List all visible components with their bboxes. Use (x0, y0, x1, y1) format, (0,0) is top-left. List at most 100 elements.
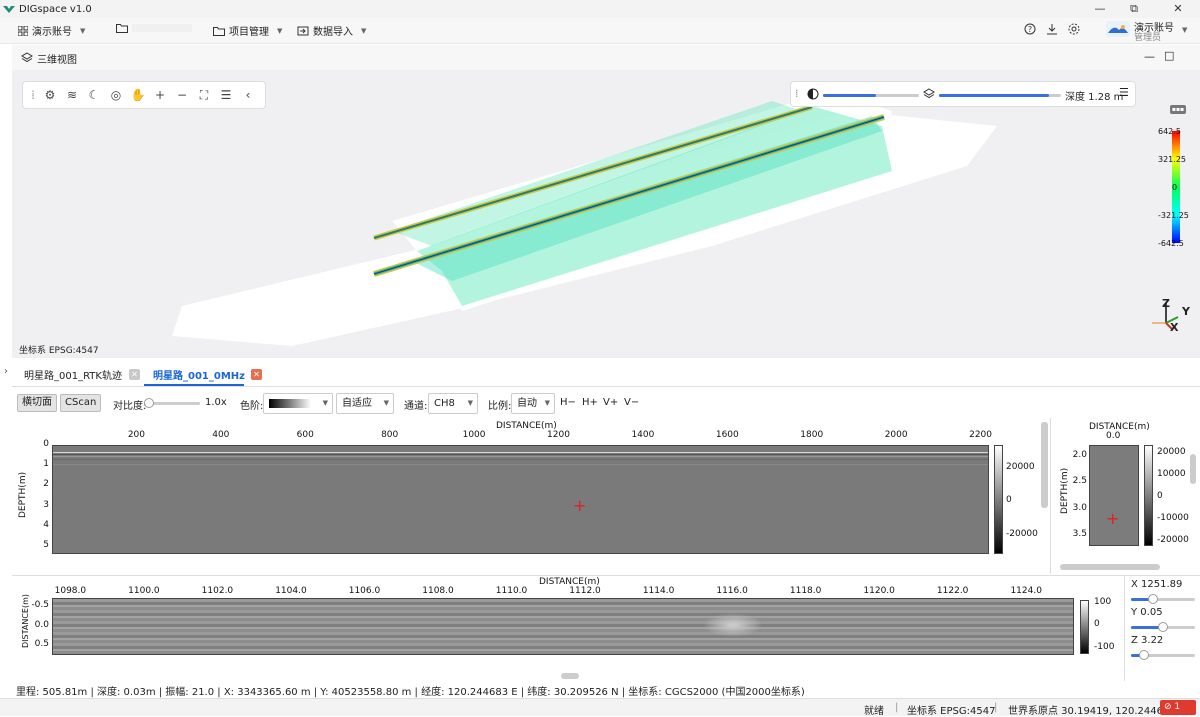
cross-section-button[interactable]: 横切面 (17, 394, 57, 412)
contrast-slider[interactable] (823, 94, 919, 97)
fullscreen-icon[interactable]: ⛶ (193, 88, 215, 103)
avatar[interactable] (1106, 21, 1130, 37)
account-menu[interactable]: 演示账号 ▼ (18, 23, 85, 38)
chevron-down-icon: ▼ (361, 26, 367, 35)
menu-bar: 演示账号 ▼ 项目管理 ▼ 数据导入 ▼ ? 演示账号 管理员 ▼ (0, 18, 1200, 44)
side-colorbar-tick: 0 (1157, 491, 1163, 501)
scale-select[interactable]: 自动 ▼ (511, 393, 555, 414)
side-colorbar-tick: 20000 (1157, 447, 1186, 457)
close-tab-icon[interactable]: ✕ (251, 369, 262, 380)
epsg-status: 坐标系 EPSG:4547 (907, 706, 996, 717)
cscan-x-tick: 1110.0 (495, 586, 528, 596)
scale-value: 自动 (517, 398, 537, 409)
cscan-x-tick: 1098.0 (54, 586, 87, 596)
data-import-menu[interactable]: 数据导入 ▼ (297, 23, 366, 38)
drag-handle-icon[interactable]: ⁞ (27, 88, 39, 102)
v-minus-button[interactable]: V− (624, 397, 639, 408)
zoom-out-icon[interactable]: − (171, 88, 193, 102)
h-plus-button[interactable]: H+ (582, 397, 598, 408)
bscan-x-tick: 1800 (800, 430, 824, 440)
3d-scene[interactable] (12, 71, 1200, 358)
user-role: 管理员 (1134, 33, 1162, 43)
pan-hand-icon[interactable]: ✋ (127, 88, 149, 102)
bscan-y-tick: 5 (43, 539, 49, 550)
filter-settings-icon[interactable]: ☰ (215, 88, 237, 102)
cscan-x-tick: 1120.0 (863, 586, 895, 596)
error-badge[interactable]: ⊘ 1 (1160, 700, 1196, 715)
side-colorbar (1144, 445, 1153, 546)
maximize-panel-button[interactable]: □ (1164, 49, 1174, 62)
v-plus-button[interactable]: V+ (603, 397, 618, 408)
x-coordinate-label: X 1251.89 (1131, 579, 1183, 590)
cscan-x-tick: 1116.0 (716, 586, 748, 596)
layers-icon (21, 52, 33, 63)
ready-status: 就绪 (864, 706, 884, 717)
legend-toggle-icon[interactable]: ▪▪▪ (1170, 105, 1186, 114)
tab-rtk-track[interactable]: 明星路_001_RTK轨迹 (24, 367, 122, 382)
view-icon[interactable]: ◎ (105, 88, 127, 102)
bscan-image[interactable]: + (52, 445, 989, 554)
account-menu-label: 演示账号 (32, 27, 72, 38)
layers-icon[interactable]: ≋ (61, 88, 83, 102)
channel-label: 通道: (404, 401, 428, 412)
side-scrollbar[interactable] (1190, 454, 1196, 484)
cscan-x-tick: 1108.0 (422, 586, 454, 596)
bscan-x-tick: 400 (212, 430, 230, 440)
y-coordinate-label: Y 0.05 (1131, 607, 1163, 618)
folder-settings-icon (213, 26, 225, 36)
adaptive-select[interactable]: 自适应 ▼ (336, 393, 394, 414)
contrast-slider[interactable] (143, 398, 200, 408)
y-coordinate-slider[interactable] (1131, 622, 1195, 632)
expand-sidebar-icon[interactable]: › (4, 366, 8, 377)
axis-label-z: Z (1162, 297, 1170, 310)
cscan-y-axis-label: DISTANCE(m) (21, 594, 30, 648)
title-bar: DIGspace v1.0 (0, 0, 1200, 18)
chevron-down-icon[interactable]: ▼ (1182, 26, 1187, 34)
close-window-button[interactable]: ✕ (1158, 0, 1198, 18)
chevron-down-icon: ▼ (80, 26, 86, 35)
cscan-x-tick: 1124.0 (1010, 586, 1042, 596)
resize-handle[interactable] (561, 673, 579, 679)
help-icon[interactable]: ? (1024, 23, 1036, 35)
colorbar-tick: -321.25 (1158, 211, 1189, 220)
side-h-scrollbar[interactable] (1060, 564, 1160, 570)
3d-toolbar: ⁞ ⚙ ≋ ☾ ◎ ✋ + − ⛶ ☰ ‹ (22, 81, 266, 109)
download-icon[interactable] (1046, 23, 1058, 35)
grid-icon (18, 25, 28, 36)
zoom-in-icon[interactable]: + (149, 88, 171, 102)
chevron-down-icon: ▼ (544, 399, 550, 407)
colormap-select[interactable]: ▼ (263, 393, 333, 414)
folder-menu[interactable] (116, 23, 192, 33)
h-minus-button[interactable]: H− (560, 397, 576, 408)
channel-value: CH8 (434, 398, 455, 409)
moon-icon[interactable]: ☾ (83, 88, 105, 102)
side-colorbar-tick: -10000 (1157, 513, 1189, 523)
close-tab-icon[interactable]: ✕ (129, 369, 140, 380)
filter-settings-icon[interactable]: ☰ (1119, 86, 1129, 99)
x-coordinate-slider[interactable] (1131, 594, 1195, 604)
minimize-panel-button[interactable]: — (1144, 50, 1155, 63)
colorbar-tick: 321.25 (1158, 155, 1186, 164)
bscan-y-tick: 0 (43, 439, 49, 449)
bscan-x-tick: 800 (381, 430, 399, 440)
drag-handle-icon[interactable]: ⁞ (795, 87, 799, 100)
restore-button[interactable]: ⧉ (1114, 0, 1154, 18)
adaptive-value: 自适应 (342, 398, 372, 409)
gear-icon[interactable] (1068, 23, 1080, 35)
3d-viewport[interactable]: ⁞ ⚙ ≋ ☾ ◎ ✋ + − ⛶ ☰ ‹ ⁞ 深度 1.28 m ☰ ▪▪▪ … (12, 71, 1200, 358)
side-y-tick: 2.5 (1072, 476, 1087, 487)
side-image[interactable]: + (1089, 445, 1139, 546)
colorbar-tick: -642.5 (1158, 239, 1184, 248)
channel-select[interactable]: CH8 ▼ (428, 393, 478, 414)
settings-icon[interactable]: ⚙ (39, 88, 61, 102)
project-management-menu[interactable]: 项目管理 ▼ (213, 23, 282, 38)
bscan-scrollbar[interactable] (1041, 422, 1048, 508)
z-coordinate-slider[interactable] (1131, 650, 1195, 660)
cscan-button[interactable]: CScan (60, 394, 102, 412)
cscan-x-tick: 1122.0 (936, 586, 969, 596)
cscan-colorbar-tick: 100 (1094, 597, 1112, 607)
tab-radar-data[interactable]: 明星路_001_0MHz (153, 367, 245, 382)
collapse-icon[interactable]: ‹ (237, 88, 259, 102)
depth-slider[interactable] (939, 94, 1061, 97)
cscan-image[interactable] (52, 598, 1074, 655)
